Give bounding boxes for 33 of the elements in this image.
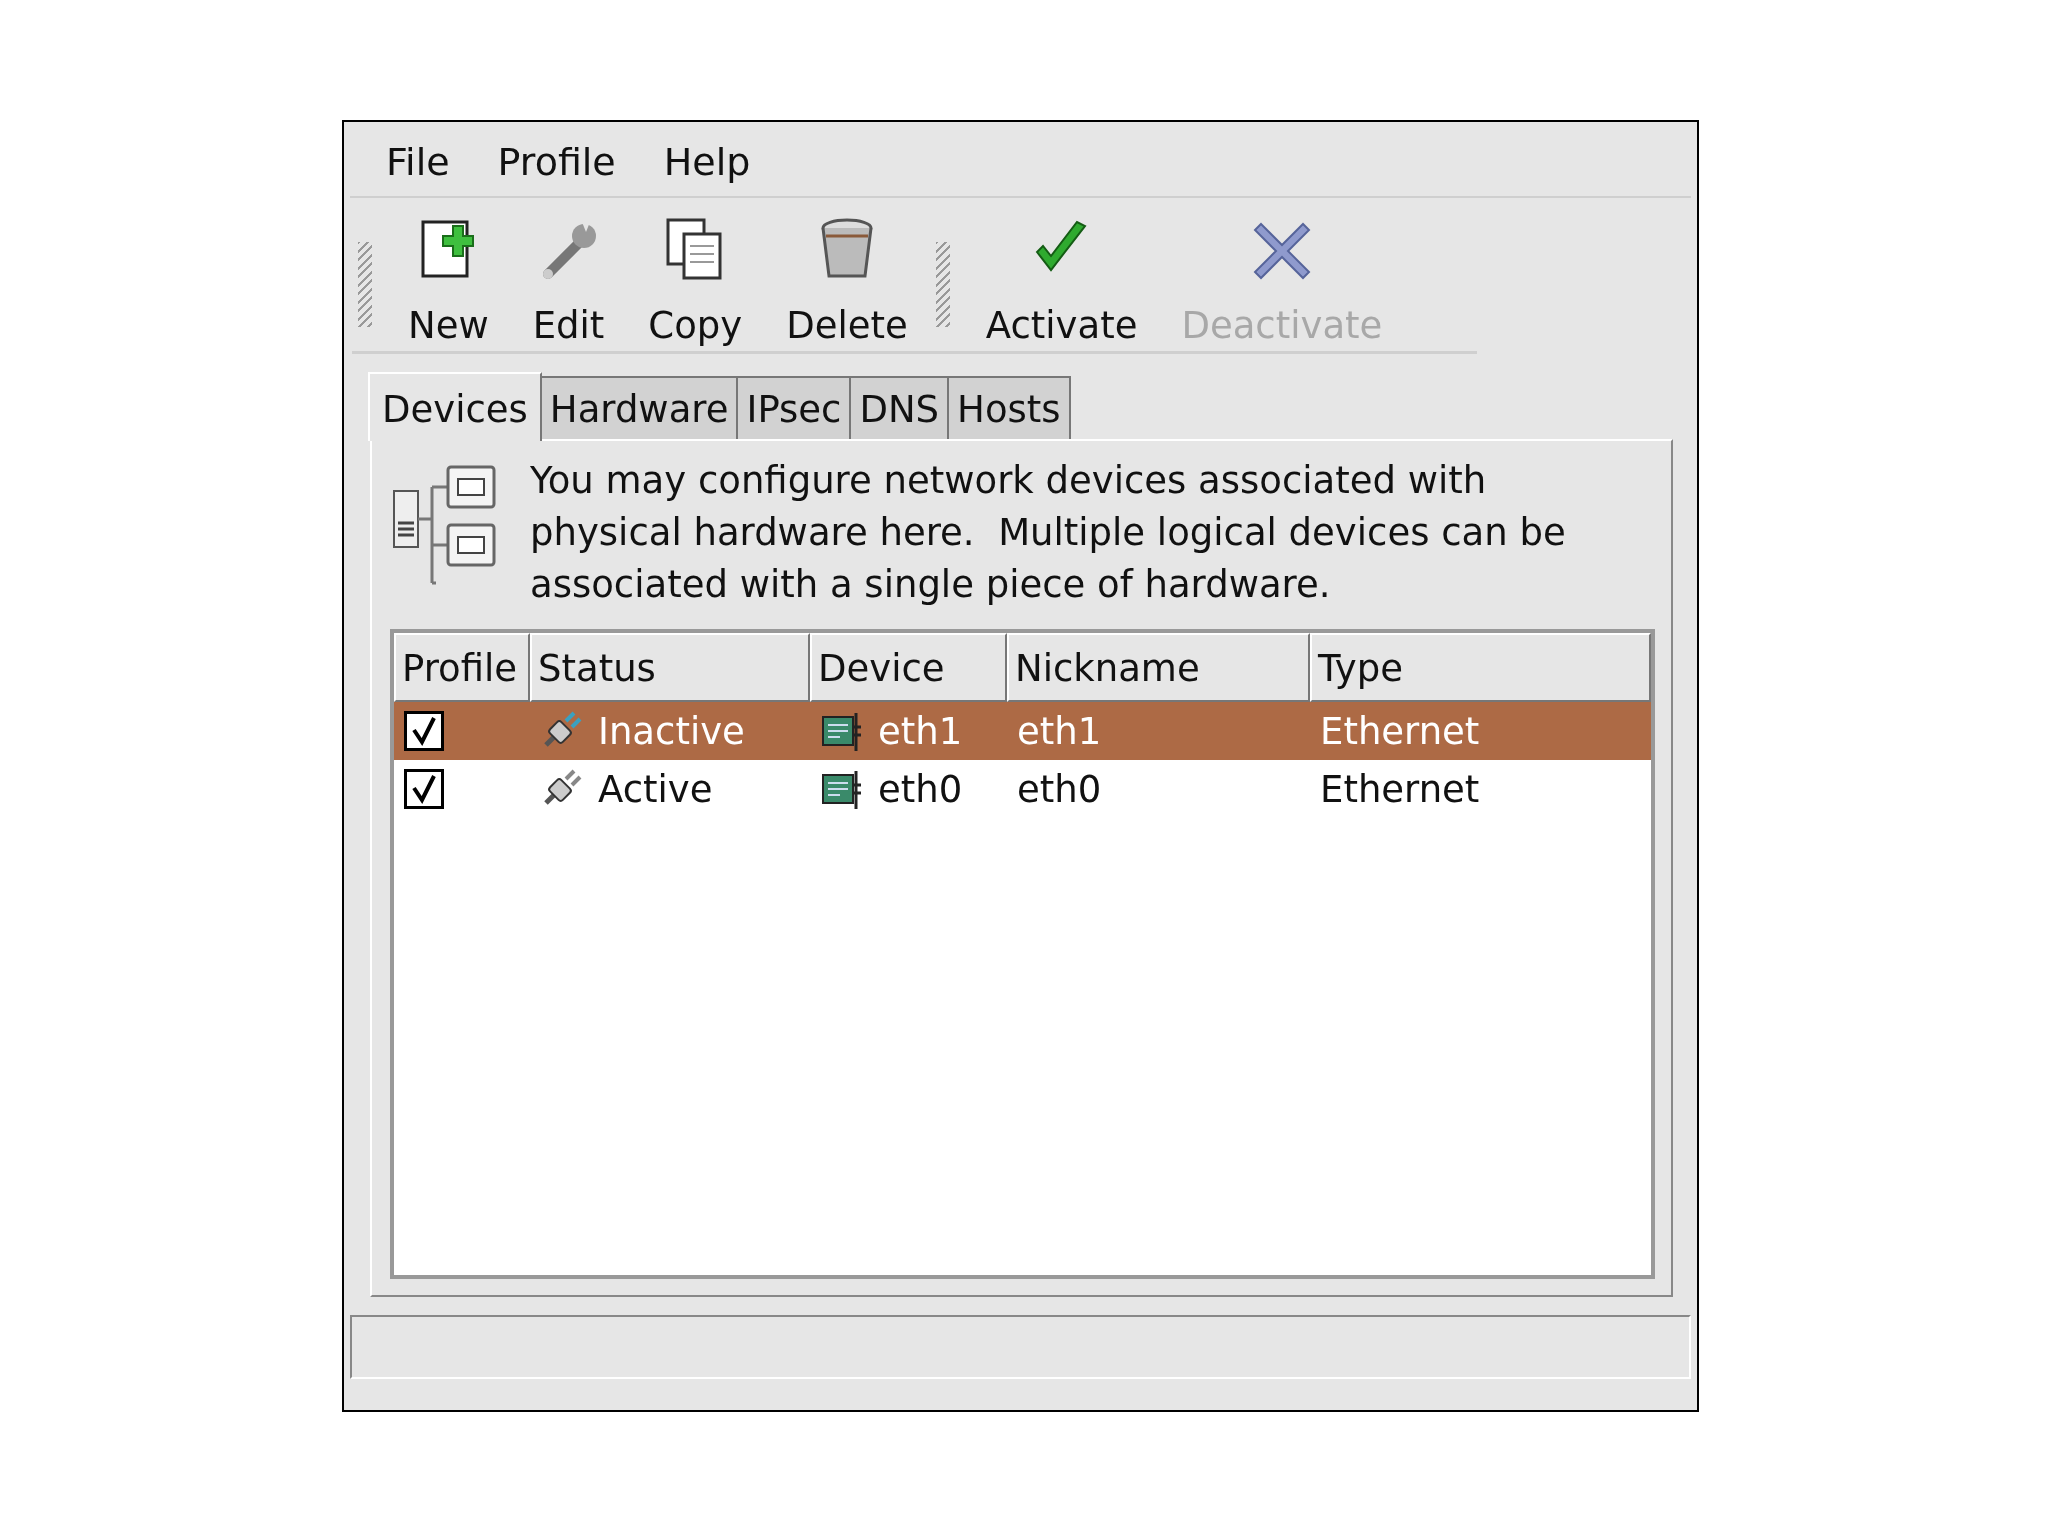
table-cell: Ethernet: [1320, 767, 1480, 811]
tab[interactable]: IPsec: [736, 376, 852, 439]
toolbar-button[interactable]: Edit: [510, 214, 627, 347]
toolbar-button[interactable]: Delete: [764, 214, 930, 347]
toolbar-grip[interactable]: [358, 242, 372, 327]
tab[interactable]: Hardware: [539, 376, 739, 439]
tab[interactable]: DNS: [849, 376, 950, 439]
column-header[interactable]: Type: [1310, 633, 1651, 702]
checkbox[interactable]: [404, 769, 444, 809]
table-cell: eth0: [878, 767, 963, 811]
toolbar-grip[interactable]: [935, 242, 950, 327]
table-cell: eth1: [1017, 709, 1102, 753]
menu-item[interactable]: File: [372, 140, 464, 184]
description-text: You may configure network devices associated with physical hardware here. Multiple logical devices can be associated with a single piece of hardware.: [530, 458, 1567, 608]
column-header[interactable]: Nickname: [1007, 633, 1310, 702]
menu-item[interactable]: Help: [649, 140, 765, 184]
menu-item[interactable]: Profile: [483, 140, 630, 184]
checkbox[interactable]: [404, 711, 444, 751]
column-header[interactable]: Device: [810, 633, 1007, 702]
toolbar-button[interactable]: Activate: [963, 214, 1160, 347]
table-cell: Ethernet: [1320, 709, 1480, 753]
table-row[interactable]: Active eth0 eth0 Ethernet: [394, 760, 1651, 818]
column-header[interactable]: Profile: [394, 633, 530, 702]
table-cell: eth0: [1017, 767, 1102, 811]
table-row[interactable]: Inactive eth1 eth1 Ethernet: [394, 702, 1651, 760]
toolbar-button[interactable]: New: [386, 214, 511, 347]
toolbar-button[interactable]: Copy: [626, 214, 765, 347]
tab[interactable]: Devices: [368, 372, 542, 441]
column-header[interactable]: Status: [530, 633, 810, 702]
table-cell: eth1: [878, 709, 963, 753]
table-cell: Inactive: [598, 709, 745, 753]
table-cell: Active: [598, 767, 713, 811]
tab[interactable]: Hosts: [947, 376, 1071, 439]
